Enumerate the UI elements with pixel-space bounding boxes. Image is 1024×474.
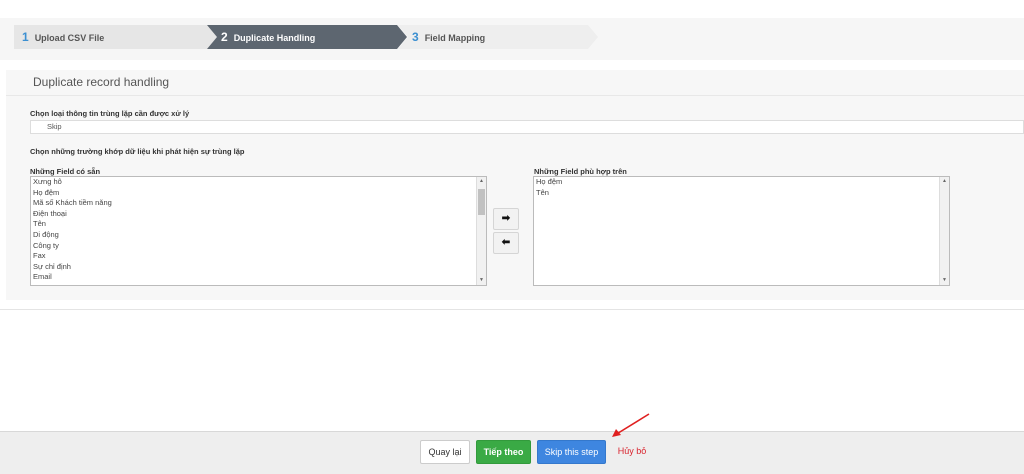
list-item[interactable]: Họ đệm <box>31 188 486 199</box>
list-item[interactable]: Xưng hô <box>31 177 486 188</box>
duplicate-type-label: Chọn loại thông tin trùng lặp cần được x… <box>30 109 190 118</box>
list-item[interactable]: Điện thoại <box>31 209 486 220</box>
step-number: 2 <box>221 30 228 44</box>
scroll-down-arrow-icon[interactable]: ▼ <box>477 276 486 285</box>
step-duplicate-handling[interactable]: 2 Duplicate Handling <box>207 25 407 49</box>
scroll-down-arrow-icon[interactable]: ▼ <box>940 276 949 285</box>
arrow-left-icon: ⬅ <box>501 237 511 248</box>
scroll-up-arrow-icon[interactable]: ▲ <box>477 177 486 186</box>
step-label: Field Mapping <box>424 33 486 43</box>
content-divider <box>0 309 1024 310</box>
list-item[interactable]: Email <box>31 272 486 283</box>
list-item[interactable]: Mã số Khách tiềm năng <box>31 198 486 209</box>
arrow-right-icon: ➡ <box>501 213 511 224</box>
duplicate-type-select[interactable]: Skip <box>30 120 1024 134</box>
list-scrollbar[interactable]: ▲ ▼ <box>476 177 486 285</box>
match-fields-label: Chọn những trường khớp dữ liệu khi phát … <box>30 147 245 156</box>
back-button[interactable]: Quay lại <box>420 440 470 464</box>
cancel-link[interactable]: Hủy bỏ <box>612 440 652 464</box>
scroll-up-arrow-icon[interactable]: ▲ <box>940 177 949 186</box>
skip-step-button[interactable]: Skip this step <box>537 440 606 464</box>
annotation-arrow-icon <box>612 413 650 437</box>
step-number: 1 <box>22 30 29 44</box>
list-item[interactable]: Fax <box>31 251 486 262</box>
list-scrollbar[interactable]: ▲ ▼ <box>939 177 949 285</box>
next-button[interactable]: Tiếp theo <box>476 440 531 464</box>
panel-divider <box>6 95 1024 96</box>
move-left-button[interactable]: ⬅ <box>493 232 519 254</box>
list-item[interactable]: Tên <box>534 188 949 199</box>
list-item[interactable]: Họ đệm <box>534 177 949 188</box>
footer-actions: Quay lại Tiếp theo Skip this step Hủy bỏ <box>0 431 1024 474</box>
panel-title: Duplicate record handling <box>33 75 170 89</box>
step-label: Upload CSV File <box>34 33 105 43</box>
list-item[interactable]: Di động <box>31 230 486 241</box>
list-item[interactable]: Tên <box>31 219 486 230</box>
step-field-mapping[interactable]: 3 Field Mapping <box>398 25 598 49</box>
available-fields-label: Những Field có sẵn <box>30 167 101 176</box>
list-item[interactable]: Công ty <box>31 241 486 252</box>
top-spacer <box>0 0 1024 18</box>
available-fields-list[interactable]: Xưng hô Họ đệm Mã số Khách tiềm năng Điệ… <box>30 176 487 286</box>
matched-fields-label: Những Field phù hợp trên <box>534 167 627 176</box>
step-upload-csv[interactable]: 1 Upload CSV File <box>14 25 219 49</box>
step-number: 3 <box>412 30 419 44</box>
duplicate-handling-panel: Duplicate record handling Chọn loại thôn… <box>6 70 1024 300</box>
matched-fields-list[interactable]: Họ đệm Tên ▲ ▼ <box>533 176 950 286</box>
move-right-button[interactable]: ➡ <box>493 208 519 230</box>
list-item[interactable]: Sự chỉ định <box>31 262 486 273</box>
scroll-thumb[interactable] <box>478 189 485 215</box>
step-label: Duplicate Handling <box>233 33 316 43</box>
wizard-steps-bar: 1 Upload CSV File 2 Duplicate Handling 3 Fi… <box>0 18 1024 60</box>
